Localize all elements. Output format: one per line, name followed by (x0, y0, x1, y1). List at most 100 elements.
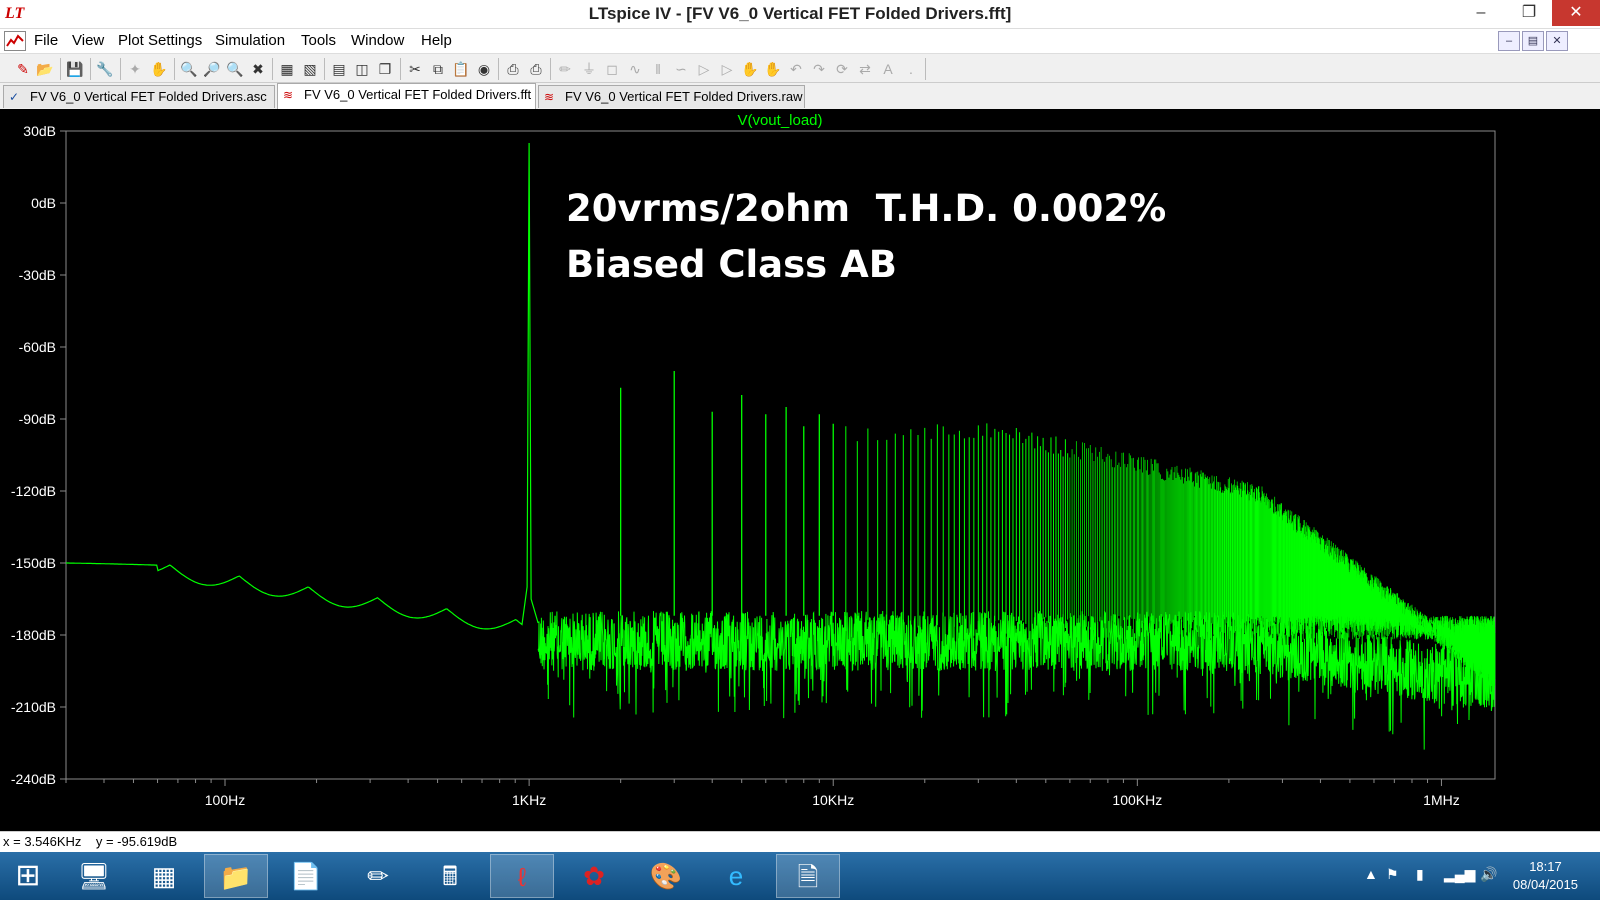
clock-date: 08/04/2015 (1512, 877, 1578, 892)
fft-plot-pane[interactable]: 30dB 0dB -30dB -60dB -90dB -120dB -150dB -180dB… (0, 109, 1600, 831)
y-axis: 30dB 0dB -30dB -60dB -90dB -120dB -150dB -180dB… (11, 123, 66, 787)
toolbar-separator (60, 58, 61, 80)
find-binoculars-icon[interactable]: ◉ (475, 60, 493, 78)
volume-icon[interactable]: 🔊 (1480, 866, 1497, 883)
zoom-in-icon[interactable]: 🔍 (180, 60, 198, 78)
mdi-close-button[interactable]: ✕ (1546, 31, 1568, 51)
inductor-icon[interactable]: ∽ (672, 60, 690, 78)
fft-plot-svg[interactable]: 30dB 0dB -30dB -60dB -90dB -120dB -150dB -180dB… (0, 109, 1600, 831)
maximize-button[interactable]: ❐ (1506, 0, 1552, 26)
paste-icon[interactable]: 📋 (452, 60, 470, 78)
calculator-icon[interactable]: 🖩 (418, 854, 482, 898)
menu-plot-settings[interactable]: Plot Settings (118, 32, 202, 49)
tab-fft[interactable]: ≋ FV V6_0 Vertical FET Folded Drivers.ff… (277, 83, 536, 109)
label-net-icon[interactable]: ◻ (603, 60, 621, 78)
toolbar: ✎ 📂 💾 🔧 ✦ ✋ 🔍 🔎 🔍 ✖ ▦ ▧ ▤ ◫ ❐ ✂ ⧉ 📋 ◉ ⎙ … (0, 53, 1600, 83)
move-hand-icon[interactable]: ✋ (741, 60, 759, 78)
zoom-fit-icon[interactable]: ✖ (249, 60, 267, 78)
menu-help[interactable]: Help (421, 32, 452, 49)
redo-icon[interactable]: ↷ (810, 60, 828, 78)
undo-icon[interactable]: ↶ (787, 60, 805, 78)
grid-icon[interactable]: ▧ (301, 60, 319, 78)
mdi-minimize-button[interactable]: – (1498, 31, 1520, 51)
zoom-area-icon[interactable]: 🔎 (203, 60, 221, 78)
notepad-icon[interactable]: ✏ (346, 854, 410, 898)
capacitor-icon[interactable]: ‖ (649, 60, 667, 78)
save-icon[interactable]: 💾 (66, 60, 84, 78)
system-tray: ▲ ⚑ ▮ ▂▄▆ 🔊 18:17 08/04/2015 (1320, 852, 1600, 900)
battery-icon[interactable]: ▮ (1416, 866, 1424, 883)
draw-wire-icon[interactable]: ✏ (556, 60, 574, 78)
toolbar-separator (400, 58, 401, 80)
control-panel-icon[interactable]: 🔧 (96, 60, 114, 78)
new-schematic-icon[interactable]: ✎ (14, 60, 32, 78)
tab-asc[interactable]: ✓ FV V6_0 Vertical FET Folded Drivers.as… (3, 85, 275, 108)
file-explorer-icon[interactable]: 📁 (204, 854, 268, 898)
paint-splat-icon[interactable]: ✿ (562, 854, 626, 898)
cascade-windows-icon[interactable]: ❐ (376, 60, 394, 78)
tile-vertical-icon[interactable]: ◫ (353, 60, 371, 78)
close-button[interactable]: ✕ (1552, 0, 1600, 26)
internet-explorer-icon[interactable]: e (704, 854, 768, 898)
x-axis: 100Hz 1KHz 10KHz 100KHz 1MHz (65, 779, 1460, 808)
zoom-out-icon[interactable]: 🔍 (226, 60, 244, 78)
flag-icon[interactable]: ⚑ (1386, 866, 1399, 883)
x-tick-label: 1MHz (1423, 792, 1460, 808)
print-setup-icon[interactable]: ⎙ (504, 60, 522, 78)
y-tick-label: -240dB (11, 771, 56, 787)
document-file-icon[interactable]: 📄 (274, 854, 338, 898)
trace-label[interactable]: V(vout_load) (737, 112, 822, 129)
run-icon[interactable]: ✦ (126, 60, 144, 78)
ground-icon[interactable]: ⏚ (580, 60, 598, 78)
menu-file[interactable]: File (34, 32, 58, 49)
minimize-button[interactable]: – (1458, 0, 1504, 26)
x-tick-label: 100Hz (205, 792, 245, 808)
print-icon[interactable]: ⎙ (527, 60, 545, 78)
autorange-icon[interactable]: ▦ (278, 60, 296, 78)
start-windows-icon[interactable]: ⊞ (0, 854, 56, 898)
y-tick-label: -120dB (11, 483, 56, 499)
toolbar-separator (925, 58, 926, 80)
menu-bar: File View Plot Settings Simulation Tools… (0, 29, 1600, 53)
rotate-icon[interactable]: ⟳ (833, 60, 851, 78)
menu-view[interactable]: View (72, 32, 104, 49)
chevron-up-icon[interactable]: ▲ (1364, 866, 1378, 882)
toolbar-separator (498, 58, 499, 80)
text-icon[interactable]: A (879, 60, 897, 78)
cut-icon[interactable]: ✂ (406, 60, 424, 78)
trace-noise-floor (537, 610, 1496, 750)
waveform-icon: ≋ (544, 90, 555, 104)
remote-desktop-icon[interactable]: 🖥 (62, 854, 126, 898)
y-tick-label: -60dB (19, 339, 56, 355)
document-tabs: ✓ FV V6_0 Vertical FET Folded Drivers.as… (0, 83, 1600, 109)
copy-icon[interactable]: ⧉ (429, 60, 447, 78)
y-tick-label: -210dB (11, 699, 56, 715)
menu-simulation[interactable]: Simulation (215, 32, 285, 49)
halt-hand-icon[interactable]: ✋ (150, 60, 168, 78)
resistor-icon[interactable]: ∿ (626, 60, 644, 78)
firewall-icon[interactable]: ▦ (132, 854, 196, 898)
spice-directive-icon[interactable]: . (902, 60, 920, 78)
drag-hand-icon[interactable]: ✋ (764, 60, 782, 78)
ltspice-taskbar-icon[interactable]: ℓ (490, 854, 554, 898)
wordpad-icon[interactable]: 🗎 (776, 854, 840, 898)
annotation-thd: 20vrms/2ohm T.H.D. 0.002% (566, 187, 1166, 230)
schematic-icon: ✓ (9, 90, 20, 104)
status-bar: x = 3.546KHz y = -95.619dB (0, 831, 1600, 852)
diode-icon[interactable]: ▷ (695, 60, 713, 78)
y-tick-label: -30dB (19, 267, 56, 283)
component-icon[interactable]: ▷ (718, 60, 736, 78)
paint-brush-icon[interactable]: 🎨 (634, 854, 698, 898)
menu-tools[interactable]: Tools (301, 32, 336, 49)
toolbar-separator (324, 58, 325, 80)
clock[interactable]: 18:17 08/04/2015 (1513, 858, 1578, 894)
menu-window[interactable]: Window (351, 32, 404, 49)
mdi-restore-button[interactable]: ▤ (1522, 31, 1544, 51)
network-signal-icon[interactable]: ▂▄▆ (1444, 866, 1475, 883)
tab-raw[interactable]: ≋ FV V6_0 Vertical FET Folded Drivers.ra… (538, 85, 805, 108)
open-folder-icon[interactable]: 📂 (36, 60, 54, 78)
tile-horizontal-icon[interactable]: ▤ (330, 60, 348, 78)
document-icon[interactable] (4, 31, 26, 51)
y-tick-label: -90dB (19, 411, 56, 427)
mirror-icon[interactable]: ⇄ (856, 60, 874, 78)
